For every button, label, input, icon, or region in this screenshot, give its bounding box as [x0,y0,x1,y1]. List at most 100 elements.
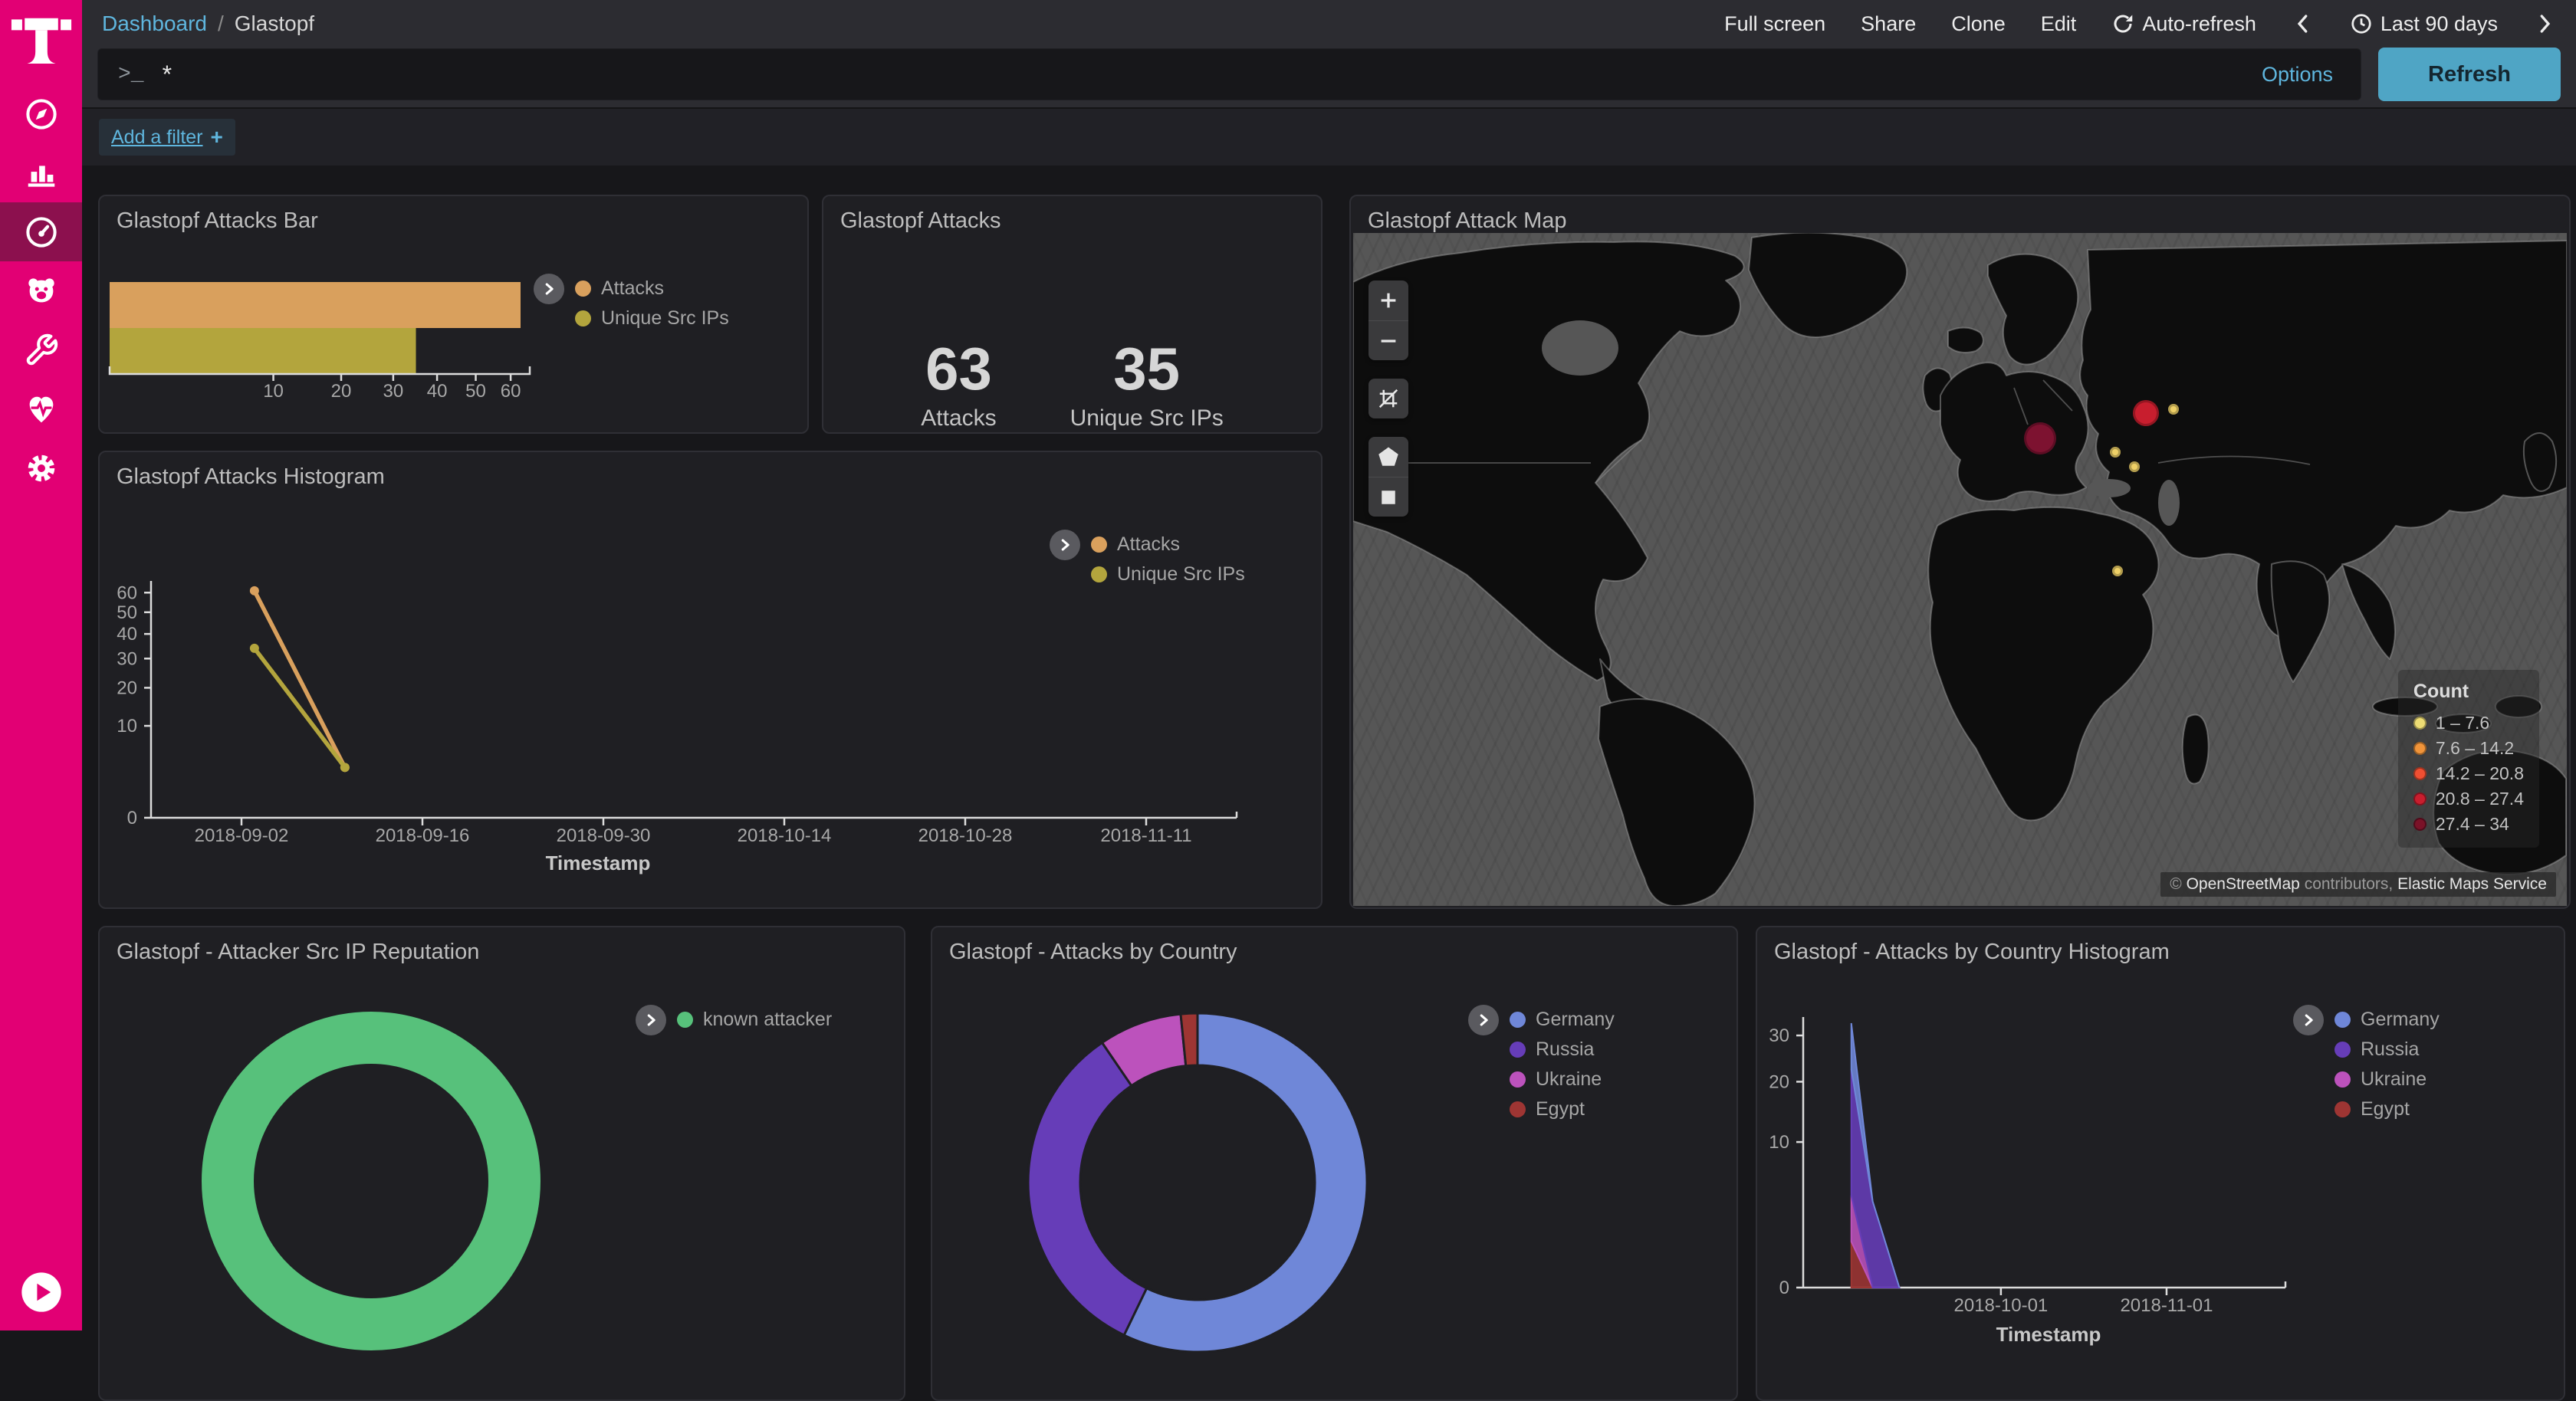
legend-item[interactable]: Unique Src IPs [1091,559,1245,589]
legend-item[interactable]: Germany [2334,1005,2440,1035]
telekom-logo[interactable] [0,0,82,84]
chevron-left-icon [2292,12,2315,35]
refresh-button[interactable]: Refresh [2378,48,2561,101]
legend-color-dot [1510,1012,1526,1028]
metric-attacks: 63Attacks [921,338,996,431]
map-marker-egypt [2112,566,2123,576]
query-bar: >_ * Options Refresh [82,48,2576,107]
map-draw-rectangle-button[interactable] [1368,477,1408,517]
heartbeat-icon [24,392,59,427]
legend-item[interactable]: Egypt [1510,1094,1615,1124]
legend-color-dot [2334,1012,2351,1028]
add-filter-button[interactable]: Add a filter + [99,119,235,156]
svg-text:2018-09-02: 2018-09-02 [195,825,289,846]
map-legend-item: 14.2 – 20.8 [2413,761,2524,786]
breadcrumb-current: Glastopf [235,11,314,36]
wrench-icon [24,333,59,368]
attacks-histogram-chart: 01020304050602018-09-022018-09-162018-09… [100,452,1321,907]
legend-color-dot [2334,1101,2351,1117]
bear-icon [24,274,59,309]
svg-text:60: 60 [501,381,521,402]
reputation-donut-chart [100,927,904,1399]
plus-icon: + [211,125,223,149]
legend-item[interactable]: Germany [1510,1005,1615,1035]
legend-item[interactable]: Attacks [1091,530,1245,559]
map-legend-item: 27.4 – 34 [2413,812,2524,837]
chevron-right-icon [2533,12,2556,35]
panel-title[interactable]: Glastopf Attack Map [1351,196,2569,238]
map-zoom-in-button[interactable] [1368,281,1408,320]
chart-legend: AttacksUnique Src IPs [1050,530,1245,589]
svg-text:10: 10 [1769,1132,1789,1153]
svg-text:20: 20 [331,381,352,402]
map-draw-polygon-button[interactable] [1368,437,1408,477]
legend-item[interactable]: Ukraine [1510,1065,1615,1094]
time-forward-button[interactable] [2533,12,2556,35]
sidebar-item-monitoring[interactable] [0,379,82,438]
legend-item[interactable]: Egypt [2334,1094,2440,1124]
time-range-button[interactable]: Last 90 days [2350,12,2498,36]
crop-slash-icon [1377,387,1400,410]
sidebar-item-visualize[interactable] [0,143,82,202]
svg-text:2018-10-28: 2018-10-28 [918,825,1013,846]
map-zoom-out-button[interactable] [1368,320,1408,360]
sidebar-expand-button[interactable] [20,1271,63,1314]
panel-glastopf-attack-map: Glastopf Attack Map [1349,195,2571,909]
refresh-icon [2111,12,2134,35]
gear-icon [24,451,59,486]
sidebar-item-management[interactable] [0,438,82,497]
chart-legend: known attacker [636,1005,832,1035]
legend-item[interactable]: Attacks [575,274,729,303]
search-input[interactable]: >_ * Options [97,48,2361,100]
svg-text:2018-10-01: 2018-10-01 [1954,1295,2049,1316]
map-legend-item: 7.6 – 14.2 [2413,736,2524,761]
map-fit-bounds-button[interactable] [1368,379,1408,418]
panel-title[interactable]: Glastopf Attacks [823,196,1321,238]
svg-text:30: 30 [1769,1025,1789,1046]
legend-toggle-button[interactable] [636,1005,666,1035]
main-content: Dashboard / Glastopf Full screen Share C… [82,0,2576,1330]
share-button[interactable]: Share [1861,12,1916,36]
time-back-button[interactable] [2292,12,2315,35]
svg-text:Timestamp: Timestamp [1996,1323,2101,1346]
sidebar-item-discover[interactable] [0,84,82,143]
legend-item[interactable]: Ukraine [2334,1065,2440,1094]
world-map[interactable]: Count 1 – 7.67.6 – 14.214.2 – 20.820.8 –… [1353,233,2567,906]
svg-text:10: 10 [117,716,137,737]
breadcrumb-separator: / [218,11,224,36]
panel-attacks-by-country-histogram: Glastopf - Attacks by Country Histogram … [1756,926,2565,1401]
elastic-maps-service-link[interactable]: Elastic Maps Service [2397,875,2547,893]
country-histogram-chart: 01020302018-10-012018-11-01Timestamp [1757,927,2564,1399]
map-marker-ukraine-north [2110,447,2121,458]
auto-refresh-button[interactable]: Auto-refresh [2111,12,2256,36]
svg-text:30: 30 [383,381,404,402]
legend-toggle-button[interactable] [1050,530,1080,560]
sidebar-item-dashboard[interactable] [0,202,82,261]
legend-item[interactable]: Unique Src IPs [575,303,729,333]
legend-item[interactable]: Russia [1510,1035,1615,1065]
breadcrumb-dashboard-link[interactable]: Dashboard [102,11,207,36]
query-prompt-icon: >_ [118,63,144,87]
openstreetmap-link[interactable]: OpenStreetMap [2187,875,2300,893]
options-link[interactable]: Options [2262,63,2341,87]
map-legend-item: 20.8 – 27.4 [2413,786,2524,812]
svg-text:2018-10-14: 2018-10-14 [738,825,832,846]
edit-button[interactable]: Edit [2041,12,2077,36]
legend-toggle-button[interactable] [2293,1005,2324,1035]
sidebar-item-bear[interactable] [0,261,82,320]
svg-text:10: 10 [263,381,284,402]
legend-toggle-button[interactable] [1468,1005,1499,1035]
clone-button[interactable]: Clone [1951,12,2006,36]
fullscreen-button[interactable]: Full screen [1724,12,1825,36]
sidebar-item-devtools[interactable] [0,320,82,379]
legend-item[interactable]: Russia [2334,1035,2440,1065]
legend-item[interactable]: known attacker [677,1005,832,1035]
sidebar [0,0,82,1330]
panel-attacks-by-country: Glastopf - Attacks by Country GermanyRus… [931,926,1738,1401]
svg-text:0: 0 [127,808,137,828]
map-marker-western-russia [2133,400,2159,426]
legend-color-dot [1091,566,1107,582]
legend-toggle-button[interactable] [534,274,564,304]
map-legend-title: Count [2413,681,2524,703]
clock-icon [2350,12,2373,35]
